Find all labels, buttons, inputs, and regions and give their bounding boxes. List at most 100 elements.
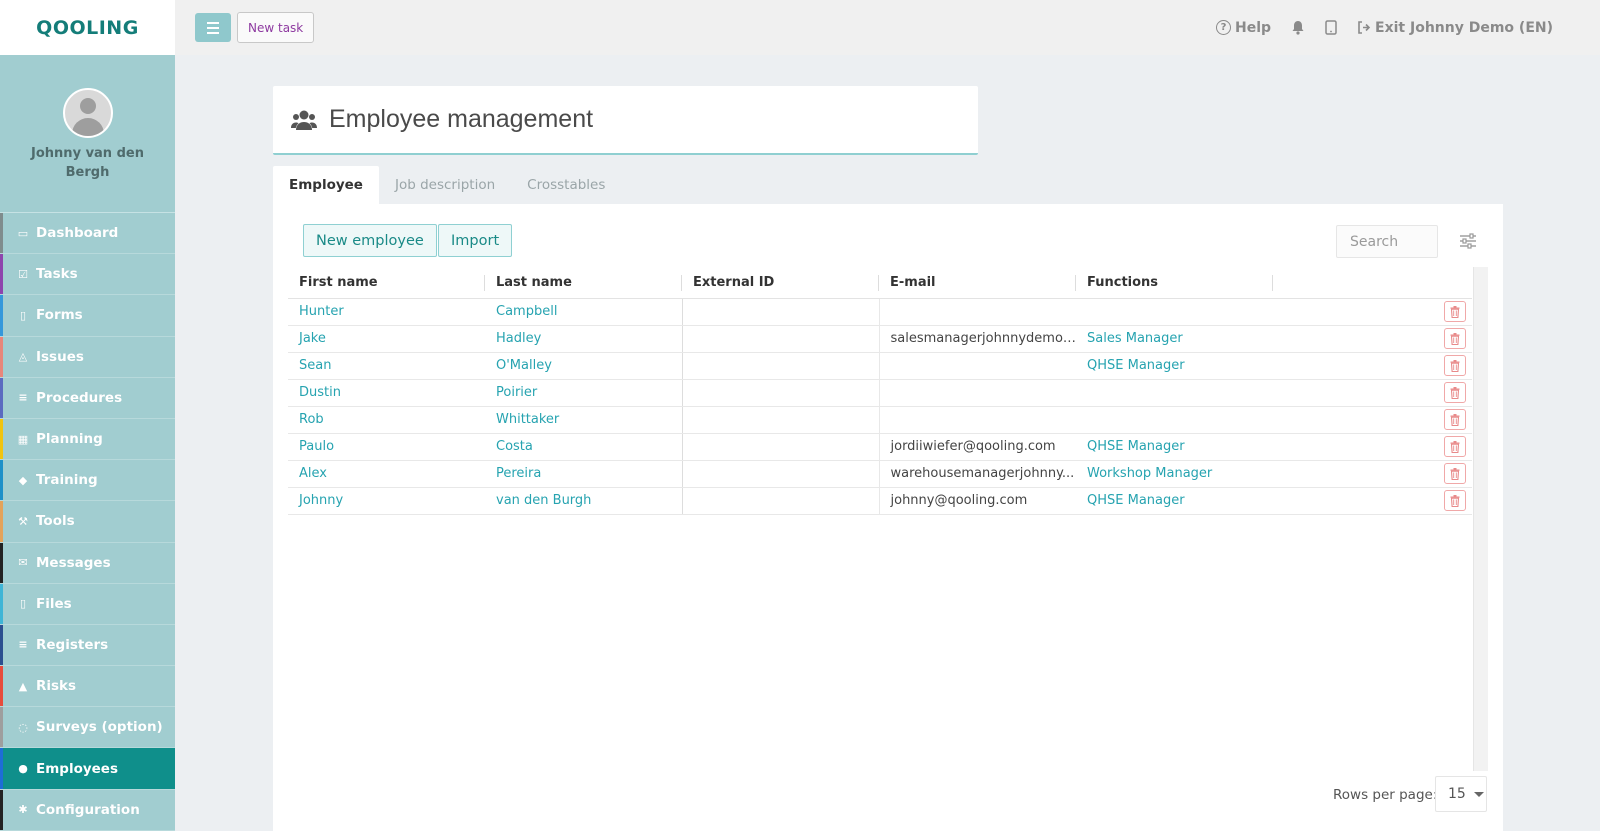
column-header-last-name[interactable]: Last name [485,267,682,299]
list-icon: ≡ [18,391,28,405]
function-cell[interactable]: QHSE Manager [1076,352,1273,380]
sidebar-item-training[interactable]: ◆ Training [0,460,175,502]
delete-button[interactable] [1444,409,1466,430]
table-row[interactable]: Hunter Campbell [288,298,1472,326]
last-name-cell[interactable]: Hadley [485,325,682,353]
sidebar-item-forms[interactable]: ▯ Forms [0,295,175,337]
function-cell[interactable]: Sales Manager [1076,325,1273,353]
file-icon: ▯ [19,597,27,611]
delete-button[interactable] [1444,463,1466,484]
last-name-cell[interactable]: O'Malley [485,352,682,380]
sidebar-item-accent [0,418,3,460]
column-header-label: Last name [496,274,572,290]
table-row[interactable]: Johnny van den Burgh johnny@qooling.com QHS… [288,487,1472,515]
column-header-actions [1273,267,1472,299]
graduation-cap-icon: ◆ [18,473,28,487]
first-name-cell[interactable]: Sean [288,352,485,380]
external-id-cell [681,433,880,461]
function-cell[interactable] [1076,298,1273,326]
sidebar-item-tools[interactable]: ⚒ Tools [0,501,175,543]
last-name-cell[interactable]: Costa [485,433,682,461]
table-scrollbar[interactable] [1473,267,1488,771]
function-cell[interactable]: Workshop Manager [1076,460,1273,488]
sidebar-item-tasks[interactable]: ☑ Tasks [0,254,175,296]
first-name-cell[interactable]: Jake [288,325,485,353]
first-name-cell[interactable]: Rob [288,406,485,434]
column-header-functions[interactable]: Functions [1076,267,1273,299]
sidebar-item-configuration[interactable]: ✱ Configuration [0,789,175,831]
sidebar-item-label: Messages [36,554,111,571]
table-row[interactable]: Jake Hadley salesmanagerjohnnydemo(... Sale… [288,325,1472,353]
table-row[interactable]: Sean O'Malley QHSE Manager [288,352,1472,380]
email-cell: salesmanagerjohnnydemo(... [879,325,1076,353]
app-logo[interactable]: QOOLING [36,17,139,39]
warning-icon: ▲ [18,679,28,693]
sidebar-item-dashboard[interactable]: ▭ Dashboard [0,213,175,255]
function-cell[interactable]: QHSE Manager [1076,487,1273,515]
row-actions [1273,325,1472,353]
first-name-cell[interactable]: Alex [288,460,485,488]
last-name-cell[interactable]: Pereira [485,460,682,488]
envelope-icon: ✉ [18,556,28,570]
column-header-label: First name [299,274,378,290]
function-cell[interactable] [1076,406,1273,434]
tab-job-description[interactable]: Job description [379,166,511,204]
last-name-cell[interactable]: Whittaker [485,406,682,434]
delete-button[interactable] [1444,355,1466,376]
last-name-cell[interactable]: van den Burgh [485,487,682,515]
sidebar-item-label: Tasks [36,266,78,283]
sidebar-item-registers[interactable]: ≡ Registers [0,624,175,667]
email-cell: warehousemanagerjohnny... [879,460,1076,488]
first-name-cell[interactable]: Johnny [288,487,485,515]
delete-button[interactable] [1444,382,1466,403]
sidebar-item-procedures[interactable]: ≡ Procedures [0,377,175,419]
delete-button[interactable] [1444,490,1466,511]
delete-button[interactable] [1444,301,1466,322]
tab-crosstables[interactable]: Crosstables [511,166,621,204]
import-button[interactable]: Import [438,224,513,257]
table-row[interactable]: Dustin Poirier [288,379,1472,407]
sidebar-item-surveys-option[interactable]: ◌ Surveys (option) [0,707,175,749]
help-link[interactable]: ? Help [1215,20,1271,36]
notifications-button[interactable] [1291,20,1305,35]
sidebar-item-planning[interactable]: ▦ Planning [0,418,175,461]
column-header-first-name[interactable]: First name [288,267,485,299]
delete-button[interactable] [1444,328,1466,349]
first-name-cell[interactable]: Paulo [288,433,485,461]
last-name-cell[interactable]: Campbell [485,298,682,326]
new-task-button[interactable]: New task [237,12,315,43]
sidebar-item-label: Issues [36,348,84,365]
avatar[interactable] [62,88,113,138]
sidebar-item-issues[interactable]: ◬ Issues [0,336,175,378]
column-header-external-id[interactable]: External ID [682,267,879,299]
sidebar-item-risks[interactable]: ▲ Risks [0,666,175,708]
employee-panel: New employee Import Search First name Las… [273,204,1503,831]
sliders-icon[interactable] [1459,233,1477,249]
function-cell[interactable]: QHSE Manager [1076,433,1273,461]
new-employee-button[interactable]: New employee [303,224,437,257]
first-name-cell[interactable]: Hunter [288,298,485,326]
exit-link[interactable]: Exit Johnny Demo (EN) [1357,20,1553,36]
comment-icon: ◌ [18,720,28,734]
sidebar-item-label: Employees [36,760,119,777]
last-name-cell[interactable]: Poirier [485,379,682,407]
table-header-row: First name Last name External ID E-mail Func… [288,267,1472,299]
delete-button[interactable] [1444,436,1466,457]
rows-per-page-select[interactable]: 15 [1435,776,1487,812]
table-row[interactable]: Paulo Costa jordiiwiefer@qooling.com QHSE M… [288,433,1472,461]
tab-employee[interactable]: Employee [273,166,379,204]
table-row[interactable]: Rob Whittaker [288,406,1472,434]
tablet-button[interactable] [1325,20,1337,35]
menu-toggle-button[interactable] [195,13,231,42]
first-name-cell[interactable]: Dustin [288,379,485,407]
sidebar-item-messages[interactable]: ✉ Messages [0,542,175,584]
row-actions [1273,298,1472,326]
sidebar-item-label: Files [36,595,72,612]
list-icon: ≡ [18,638,28,652]
sidebar-item-files[interactable]: ▯ Files [0,583,175,625]
table-row[interactable]: Alex Pereira warehousemanagerjohnny... Work… [288,460,1472,488]
sidebar-item-employees[interactable]: ● Employees [0,748,175,790]
column-header-e-mail[interactable]: E-mail [879,267,1076,299]
function-cell[interactable] [1076,379,1273,407]
search-input[interactable]: Search [1336,225,1438,258]
